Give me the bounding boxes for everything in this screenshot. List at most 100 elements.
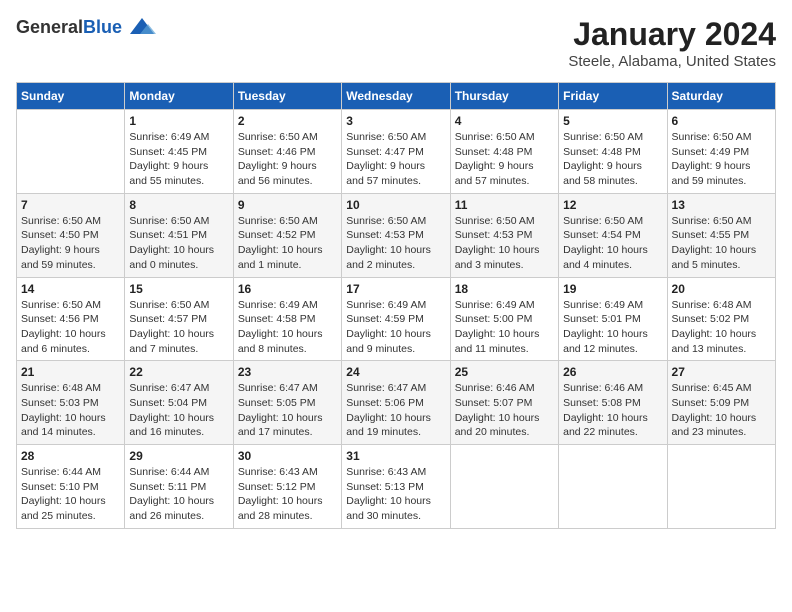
logo-general-text: GeneralBlue <box>16 17 122 38</box>
day-number: 7 <box>21 198 120 212</box>
calendar-cell: 6 Sunrise: 6:50 AM Sunset: 4:49 PM Daylig… <box>667 110 775 194</box>
day-info: Sunrise: 6:45 AM Sunset: 5:09 PM Dayligh… <box>672 381 771 440</box>
calendar-header-wednesday: Wednesday <box>342 83 450 110</box>
day-info: Sunrise: 6:49 AM Sunset: 4:59 PM Dayligh… <box>346 298 445 357</box>
day-info: Sunrise: 6:46 AM Sunset: 5:07 PM Dayligh… <box>455 381 554 440</box>
calendar-cell: 15 Sunrise: 6:50 AM Sunset: 4:57 PM Dayli… <box>125 277 233 361</box>
logo: GeneralBlue <box>16 16 156 38</box>
day-number: 30 <box>238 449 337 463</box>
calendar-cell: 31 Sunrise: 6:43 AM Sunset: 5:13 PM Dayli… <box>342 445 450 529</box>
day-number: 17 <box>346 282 445 296</box>
calendar-cell: 1 Sunrise: 6:49 AM Sunset: 4:45 PM Daylig… <box>125 110 233 194</box>
day-number: 18 <box>455 282 554 296</box>
calendar-cell: 3 Sunrise: 6:50 AM Sunset: 4:47 PM Daylig… <box>342 110 450 194</box>
day-number: 25 <box>455 365 554 379</box>
calendar-week-row: 28 Sunrise: 6:44 AM Sunset: 5:10 PM Dayli… <box>17 445 776 529</box>
day-number: 6 <box>672 114 771 128</box>
calendar-cell: 18 Sunrise: 6:49 AM Sunset: 5:00 PM Dayli… <box>450 277 558 361</box>
calendar-cell: 29Sunrise: 6:44 AM Sunset: 5:11 PM Dayli… <box>125 445 233 529</box>
logo-icon <box>128 16 156 38</box>
calendar-cell: 8 Sunrise: 6:50 AM Sunset: 4:51 PM Daylig… <box>125 193 233 277</box>
day-info: Sunrise: 6:44 AM Sunset: 5:10 PM Dayligh… <box>21 465 120 524</box>
day-number: 26 <box>563 365 662 379</box>
calendar-week-row: 7 Sunrise: 6:50 AM Sunset: 4:50 PM Daylig… <box>17 193 776 277</box>
calendar-cell: 16 Sunrise: 6:49 AM Sunset: 4:58 PM Dayli… <box>233 277 341 361</box>
calendar-cell: 21 Sunrise: 6:48 AM Sunset: 5:03 PM Dayli… <box>17 361 125 445</box>
calendar-cell: 28 Sunrise: 6:44 AM Sunset: 5:10 PM Dayli… <box>17 445 125 529</box>
day-number: 16 <box>238 282 337 296</box>
day-info: Sunrise: 6:50 AM Sunset: 4:53 PM Dayligh… <box>346 214 445 273</box>
day-info: Sunrise: 6:50 AM Sunset: 4:54 PM Dayligh… <box>563 214 662 273</box>
header: GeneralBlue January 2024 Steele, Alabama… <box>16 16 776 70</box>
calendar-cell: 30 Sunrise: 6:43 AM Sunset: 5:12 PM Dayli… <box>233 445 341 529</box>
day-info: Sunrise: 6:46 AM Sunset: 5:08 PM Dayligh… <box>563 381 662 440</box>
day-info: Sunrise: 6:50 AM Sunset: 4:56 PM Dayligh… <box>21 298 120 357</box>
day-info: Sunrise: 6:50 AM Sunset: 4:51 PM Dayligh… <box>129 214 228 273</box>
day-number: 29 <box>129 449 228 463</box>
day-number: 2 <box>238 114 337 128</box>
day-info: Sunrise: 6:50 AM Sunset: 4:46 PM Dayligh… <box>238 130 337 189</box>
day-info: Sunrise: 6:50 AM Sunset: 4:48 PM Dayligh… <box>563 130 662 189</box>
day-info: Sunrise: 6:50 AM Sunset: 4:49 PM Dayligh… <box>672 130 771 189</box>
calendar-cell: 2 Sunrise: 6:50 AM Sunset: 4:46 PM Daylig… <box>233 110 341 194</box>
calendar-cell: 12Sunrise: 6:50 AM Sunset: 4:54 PM Dayli… <box>559 193 667 277</box>
day-number: 21 <box>21 365 120 379</box>
day-info: Sunrise: 6:50 AM Sunset: 4:53 PM Dayligh… <box>455 214 554 273</box>
day-number: 9 <box>238 198 337 212</box>
calendar-cell: 26 Sunrise: 6:46 AM Sunset: 5:08 PM Dayli… <box>559 361 667 445</box>
day-info: Sunrise: 6:43 AM Sunset: 5:13 PM Dayligh… <box>346 465 445 524</box>
calendar-cell: 11 Sunrise: 6:50 AM Sunset: 4:53 PM Dayli… <box>450 193 558 277</box>
calendar-week-row: 1 Sunrise: 6:49 AM Sunset: 4:45 PM Daylig… <box>17 110 776 194</box>
day-info: Sunrise: 6:50 AM Sunset: 4:57 PM Dayligh… <box>129 298 228 357</box>
day-info: Sunrise: 6:48 AM Sunset: 5:03 PM Dayligh… <box>21 381 120 440</box>
calendar-week-row: 14 Sunrise: 6:50 AM Sunset: 4:56 PM Dayli… <box>17 277 776 361</box>
day-info: Sunrise: 6:47 AM Sunset: 5:06 PM Dayligh… <box>346 381 445 440</box>
day-info: Sunrise: 6:43 AM Sunset: 5:12 PM Dayligh… <box>238 465 337 524</box>
calendar-cell: 20Sunrise: 6:48 AM Sunset: 5:02 PM Dayli… <box>667 277 775 361</box>
day-info: Sunrise: 6:50 AM Sunset: 4:48 PM Dayligh… <box>455 130 554 189</box>
calendar-cell: 13 Sunrise: 6:50 AM Sunset: 4:55 PM Dayli… <box>667 193 775 277</box>
calendar-cell: 5Sunrise: 6:50 AM Sunset: 4:48 PM Daylig… <box>559 110 667 194</box>
calendar-header-saturday: Saturday <box>667 83 775 110</box>
location: Steele, Alabama, United States <box>568 53 776 70</box>
calendar-header-friday: Friday <box>559 83 667 110</box>
calendar-header-thursday: Thursday <box>450 83 558 110</box>
title-section: January 2024 Steele, Alabama, United Sta… <box>568 16 776 70</box>
calendar-week-row: 21 Sunrise: 6:48 AM Sunset: 5:03 PM Dayli… <box>17 361 776 445</box>
day-info: Sunrise: 6:50 AM Sunset: 4:47 PM Dayligh… <box>346 130 445 189</box>
day-number: 13 <box>672 198 771 212</box>
day-info: Sunrise: 6:48 AM Sunset: 5:02 PM Dayligh… <box>672 298 771 357</box>
calendar-cell <box>17 110 125 194</box>
calendar-cell: 17 Sunrise: 6:49 AM Sunset: 4:59 PM Dayli… <box>342 277 450 361</box>
day-info: Sunrise: 6:49 AM Sunset: 4:45 PM Dayligh… <box>129 130 228 189</box>
day-info: Sunrise: 6:49 AM Sunset: 5:01 PM Dayligh… <box>563 298 662 357</box>
day-number: 10 <box>346 198 445 212</box>
calendar-table: SundayMondayTuesdayWednesdayThursdayFrid… <box>16 82 776 529</box>
calendar-cell: 4 Sunrise: 6:50 AM Sunset: 4:48 PM Daylig… <box>450 110 558 194</box>
day-number: 4 <box>455 114 554 128</box>
calendar-cell: 24 Sunrise: 6:47 AM Sunset: 5:06 PM Dayli… <box>342 361 450 445</box>
calendar-cell: 22Sunrise: 6:47 AM Sunset: 5:04 PM Dayli… <box>125 361 233 445</box>
day-info: Sunrise: 6:47 AM Sunset: 5:05 PM Dayligh… <box>238 381 337 440</box>
calendar-cell: 9Sunrise: 6:50 AM Sunset: 4:52 PM Daylig… <box>233 193 341 277</box>
calendar-cell <box>667 445 775 529</box>
calendar-cell <box>450 445 558 529</box>
day-number: 11 <box>455 198 554 212</box>
calendar-cell: 19Sunrise: 6:49 AM Sunset: 5:01 PM Dayli… <box>559 277 667 361</box>
calendar-cell: 25 Sunrise: 6:46 AM Sunset: 5:07 PM Dayli… <box>450 361 558 445</box>
day-number: 3 <box>346 114 445 128</box>
day-info: Sunrise: 6:49 AM Sunset: 4:58 PM Dayligh… <box>238 298 337 357</box>
day-number: 15 <box>129 282 228 296</box>
calendar-header-row: SundayMondayTuesdayWednesdayThursdayFrid… <box>17 83 776 110</box>
day-number: 1 <box>129 114 228 128</box>
day-info: Sunrise: 6:49 AM Sunset: 5:00 PM Dayligh… <box>455 298 554 357</box>
day-number: 14 <box>21 282 120 296</box>
day-number: 31 <box>346 449 445 463</box>
day-number: 28 <box>21 449 120 463</box>
calendar-cell: 14 Sunrise: 6:50 AM Sunset: 4:56 PM Dayli… <box>17 277 125 361</box>
day-number: 24 <box>346 365 445 379</box>
day-info: Sunrise: 6:50 AM Sunset: 4:50 PM Dayligh… <box>21 214 120 273</box>
day-number: 27 <box>672 365 771 379</box>
day-number: 8 <box>129 198 228 212</box>
day-info: Sunrise: 6:50 AM Sunset: 4:55 PM Dayligh… <box>672 214 771 273</box>
